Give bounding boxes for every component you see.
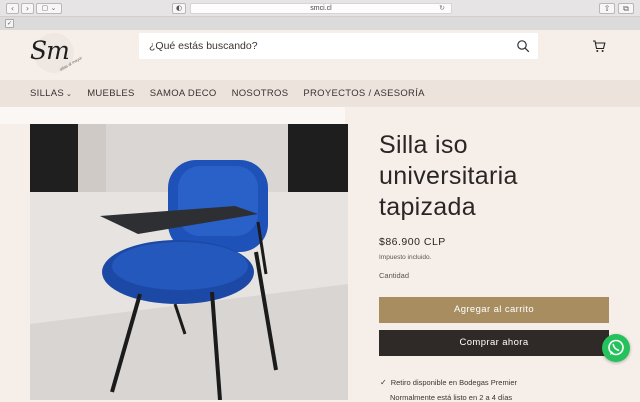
address-bar[interactable]: smci.cl ↻ [190,3,452,14]
menu-item-samoa-deco[interactable]: SAMOA DECO [150,88,217,99]
whatsapp-icon [608,339,624,356]
browser-nav: ‹ › [6,3,34,14]
product-title: Silla iso universitaria tapizada [379,131,518,221]
pickup-text: Retiro disponible en Bodegas Premier [390,378,518,387]
product-info: Silla iso universitaria tapizada $86.900… [379,130,611,316]
whatsapp-button[interactable] [602,334,630,362]
search-input[interactable]: ¿Qué estás buscando? [139,33,538,59]
search-placeholder: ¿Qué estás buscando? [149,40,258,52]
tabs-icon[interactable]: ⧉ [618,3,634,14]
pickup-eta: Normalmente está listo en 2 a 4 días [390,393,513,402]
product-price: $86.900 CLP [379,236,446,248]
share-icon[interactable]: ⇧ [599,3,615,14]
add-to-cart-button[interactable]: Agregar al carrito [379,297,609,323]
content-top-band [0,107,345,124]
menu-item-proyectos[interactable]: PROYECTOS / ASESORÍA [303,88,424,99]
menu-item-sillas[interactable]: SILLAS ⌄ [30,88,72,99]
privacy-shield-icon[interactable]: ◐ [172,3,186,14]
main-menu: SILLAS ⌄ MUEBLES SAMOA DECO NOSOTROS PROY… [0,80,640,107]
menu-item-label: SILLAS [30,88,65,99]
cart-icon[interactable] [592,39,606,53]
browser-toolbar: ‹ › ▢ ⌄ ◐ smci.cl ↻ ⇧ ⧉ ✓ Silla iso univ… [0,0,640,38]
forward-icon[interactable]: › [21,3,34,14]
quantity-label: Cantidad [379,271,410,280]
menu-item-nosotros[interactable]: NOSOTROS [232,88,289,99]
check-icon: ✓ [380,378,387,387]
logo-text: Sm [30,36,70,65]
url-text: smci.cl [310,5,332,12]
browser-actions: ⇧ ⧉ [599,3,634,14]
menu-item-muebles[interactable]: MUEBLES [87,88,135,99]
pickup-availability: ✓ Retiro disponible en Bodegas Premier [380,378,517,387]
search-icon[interactable] [516,39,530,53]
tab-bar: ✓ Silla iso universitaria tapizada – Sil… [0,16,640,38]
reload-icon[interactable]: ↻ [439,4,445,13]
logo[interactable]: Sm sillas al mayor [28,33,88,75]
chair-photo [30,124,348,400]
buy-now-button[interactable]: Comprar ahora [379,330,609,356]
product-image[interactable] [30,124,348,400]
back-icon[interactable]: ‹ [6,3,19,14]
site-header: Sm sillas al mayor ¿Qué estás buscando? [0,30,640,80]
chevron-down-icon: ⌄ [66,90,73,98]
sidebar-toggle-icon[interactable]: ▢ ⌄ [36,3,62,14]
tax-note: Impuesto incluido. [379,254,432,261]
